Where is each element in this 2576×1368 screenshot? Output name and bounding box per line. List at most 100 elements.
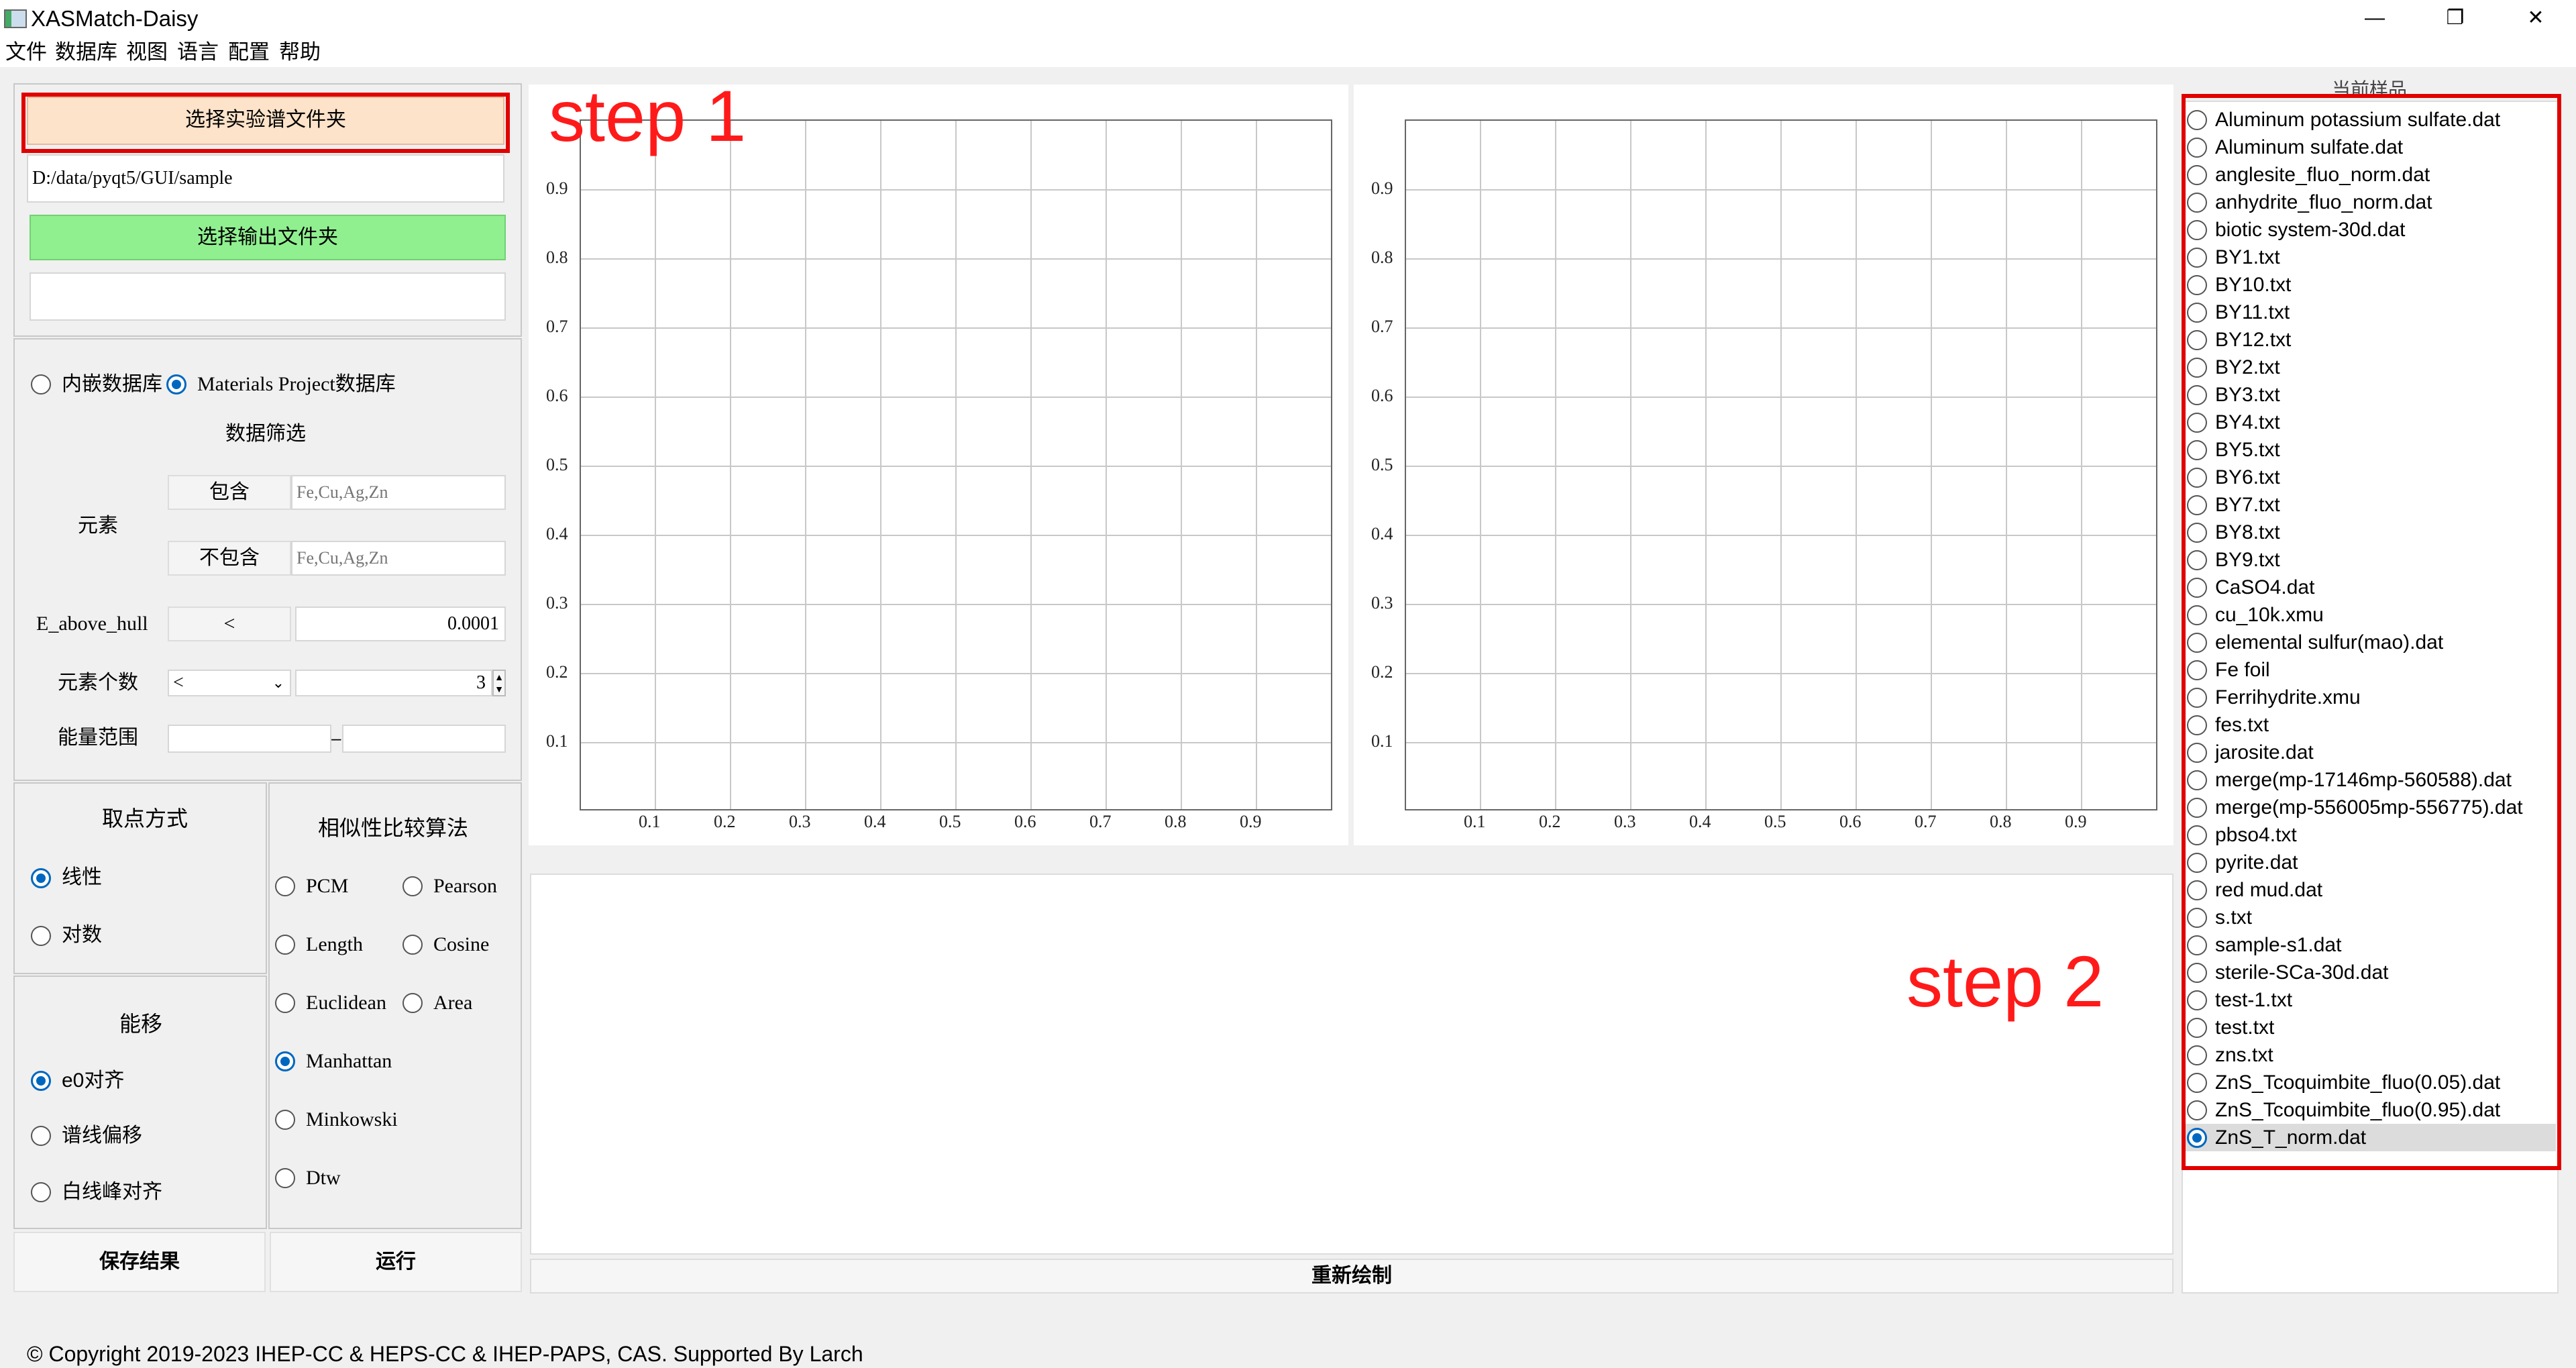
element-count-input[interactable]: 3 xyxy=(295,670,492,696)
algo-area-label: Area xyxy=(433,992,473,1014)
energy-range-label: 能量范围 xyxy=(58,727,138,749)
x-tick: 0.3 xyxy=(1614,812,1636,831)
plot-right-axes xyxy=(1405,119,2157,810)
y-tick: 0.2 xyxy=(1371,662,1393,682)
y-tick: 0.2 xyxy=(546,662,568,682)
menu-config[interactable]: 配置 xyxy=(228,38,270,67)
sampling-log-radio[interactable] xyxy=(31,926,51,946)
title-bar: XASMatch-Daisy — ❐ ✕ xyxy=(0,0,2576,38)
y-tick: 0.7 xyxy=(546,317,568,336)
shift-spectrum-label: 谱线偏移 xyxy=(62,1124,142,1147)
x-tick: 0.7 xyxy=(1089,812,1112,831)
algo-manhattan-label: Manhattan xyxy=(306,1050,392,1072)
include-elements-input[interactable] xyxy=(291,475,506,510)
result-output-area[interactable] xyxy=(530,874,2174,1255)
algorithm-title: 相似性比较算法 xyxy=(318,816,469,840)
menu-file[interactable]: 文件 xyxy=(5,38,47,67)
shift-e0-label: e0对齐 xyxy=(62,1069,125,1092)
x-tick: 0.2 xyxy=(1539,812,1561,831)
element-count-spinner[interactable]: ▲ ▼ xyxy=(492,670,506,696)
x-tick: 0.1 xyxy=(639,812,661,831)
minimize-button[interactable]: — xyxy=(2348,3,2402,34)
step2-highlight-box xyxy=(2182,94,2561,1170)
algo-dtw-label: Dtw xyxy=(306,1167,341,1189)
e-above-hull-operator[interactable]: < xyxy=(168,607,291,641)
energy-min-input[interactable] xyxy=(168,725,331,753)
x-tick: 0.6 xyxy=(1839,812,1862,831)
y-tick: 0.7 xyxy=(1371,317,1393,336)
menu-database[interactable]: 数据库 xyxy=(55,38,117,67)
algo-pcm-radio[interactable] xyxy=(275,876,295,896)
energy-range-separator: – xyxy=(331,728,341,748)
app-icon xyxy=(4,9,27,28)
element-count-operator-select[interactable]: < ⌄ xyxy=(168,670,291,696)
menu-language[interactable]: 语言 xyxy=(177,38,219,67)
y-tick: 0.8 xyxy=(546,248,568,267)
algo-pearson-radio[interactable] xyxy=(402,876,423,896)
x-tick: 0.8 xyxy=(1990,812,2012,831)
builtin-db-radio[interactable] xyxy=(31,374,51,394)
plot-left: 0.9 0.8 0.7 0.6 0.5 0.4 0.3 0.2 0.1 0.1 … xyxy=(529,85,1348,845)
shift-whiteline-label: 白线峰对齐 xyxy=(62,1181,162,1203)
shift-whiteline-radio[interactable] xyxy=(31,1182,51,1202)
sampling-linear-radio[interactable] xyxy=(31,868,51,888)
y-tick: 0.9 xyxy=(1371,178,1393,198)
sampling-log-label: 对数 xyxy=(62,924,102,946)
x-tick: 0.3 xyxy=(789,812,811,831)
redraw-button[interactable]: 重新绘制 xyxy=(530,1259,2174,1294)
y-tick: 0.4 xyxy=(546,524,568,543)
exclude-elements-input[interactable] xyxy=(291,541,506,576)
copyright-footer: © Copyright 2019-2023 IHEP-CC & HEPS-CC … xyxy=(27,1342,863,1366)
x-tick: 0.8 xyxy=(1165,812,1187,831)
algo-area-radio[interactable] xyxy=(402,993,423,1013)
close-button[interactable]: ✕ xyxy=(2509,3,2563,34)
include-button[interactable]: 包含 xyxy=(168,475,291,510)
x-tick: 0.9 xyxy=(1240,812,1262,831)
algo-minkowski-label: Minkowski xyxy=(306,1108,398,1130)
y-tick: 0.1 xyxy=(1371,731,1393,751)
x-tick: 0.5 xyxy=(939,812,961,831)
element-count-operator: < xyxy=(173,672,184,693)
exp-folder-path[interactable]: D:/data/pyqt5/GUI/sample xyxy=(27,154,504,203)
menu-view[interactable]: 视图 xyxy=(126,38,168,67)
menu-bar: 文件 数据库 视图 语言 配置 帮助 xyxy=(0,38,2576,67)
y-tick: 0.5 xyxy=(1371,455,1393,474)
algo-pearson-label: Pearson xyxy=(433,875,497,897)
x-tick: 0.2 xyxy=(714,812,736,831)
run-button[interactable]: 运行 xyxy=(270,1232,522,1292)
restore-button[interactable]: ❐ xyxy=(2428,3,2482,34)
step1-highlight-box xyxy=(21,93,510,153)
algo-cosine-label: Cosine xyxy=(433,933,490,955)
energy-max-input[interactable] xyxy=(342,725,506,753)
algo-cosine-radio[interactable] xyxy=(402,935,423,955)
exclude-button[interactable]: 不包含 xyxy=(168,541,291,576)
e-above-hull-label: E_above_hull xyxy=(36,613,148,635)
e-above-hull-input[interactable]: 0.0001 xyxy=(295,607,506,641)
algo-manhattan-radio[interactable] xyxy=(275,1051,295,1071)
x-tick: 0.1 xyxy=(1464,812,1486,831)
y-tick: 0.6 xyxy=(546,386,568,405)
builtin-db-label: 内嵌数据库 xyxy=(62,373,162,395)
y-tick: 0.9 xyxy=(546,178,568,198)
algo-dtw-radio[interactable] xyxy=(275,1168,295,1188)
step1-annotation: step 1 xyxy=(549,75,747,156)
algo-length-radio[interactable] xyxy=(275,935,295,955)
output-folder-path[interactable] xyxy=(30,272,506,321)
algo-minkowski-radio[interactable] xyxy=(275,1110,295,1130)
plot-left-axes xyxy=(580,119,1332,810)
x-tick: 0.4 xyxy=(864,812,886,831)
mp-db-radio[interactable] xyxy=(166,374,186,394)
plot-right: 0.9 0.8 0.7 0.6 0.5 0.4 0.3 0.2 0.1 0.1 … xyxy=(1354,85,2174,845)
chevron-down-icon: ⌄ xyxy=(272,674,284,691)
save-results-button[interactable]: 保存结果 xyxy=(13,1232,266,1292)
x-tick: 0.4 xyxy=(1689,812,1711,831)
menu-help[interactable]: 帮助 xyxy=(279,38,321,67)
shift-spectrum-radio[interactable] xyxy=(31,1126,51,1146)
x-tick: 0.9 xyxy=(2065,812,2087,831)
window-title: XASMatch-Daisy xyxy=(31,6,199,31)
shift-e0-radio[interactable] xyxy=(31,1071,51,1091)
select-output-folder-button[interactable]: 选择输出文件夹 xyxy=(30,215,506,260)
algo-euclidean-radio[interactable] xyxy=(275,993,295,1013)
y-tick: 0.6 xyxy=(1371,386,1393,405)
y-tick: 0.5 xyxy=(546,455,568,474)
